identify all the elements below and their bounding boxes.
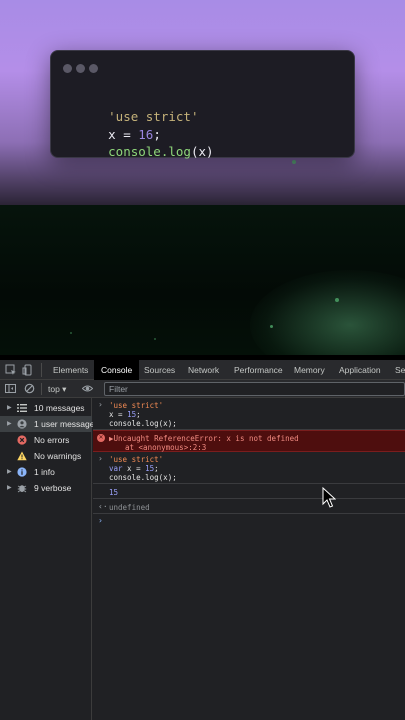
expand-arrow-icon[interactable]: ▶ [7,400,12,416]
info-icon [17,467,27,477]
tab-console[interactable]: Console [94,360,140,380]
mouse-cursor-icon [322,487,336,508]
console-code-line: console.log(x); [109,473,177,482]
sidebar-item-errors[interactable]: No errors [0,432,92,448]
code-fn: console.log [108,144,191,159]
code-string: 'use strict' [109,455,164,464]
tab-application[interactable]: Application [339,360,381,380]
tab-divider [41,363,42,377]
code-string: 'use strict' [109,401,164,410]
tab-elements[interactable]: Elements [53,360,88,380]
device-toolbar-icon[interactable] [22,364,34,376]
prompt-chevron-icon: › [98,454,103,463]
console-code-line: 'use strict' [109,455,163,464]
tab-sources[interactable]: Sources [144,360,175,380]
particle [70,332,72,334]
particle [292,160,296,164]
video-background: 'use strict' x = 16; console.log(x) [0,0,405,355]
list-icon [17,404,27,412]
sidebar-item-messages[interactable]: ▶ 10 messages [0,400,92,416]
context-selector[interactable]: top ▾ [48,380,66,398]
sidebar-item-label: 1 info [34,467,55,477]
warning-icon [17,451,27,461]
console-code-line: var x = 15; [109,464,159,473]
code-semicolon: ; [136,410,141,419]
window-dot-icon [63,64,72,73]
console-input-entry: › 'use strict' var x = 15; console.log(x… [93,452,405,484]
console-input-entry: › 'use strict' x = 15; console.log(x); [93,398,405,430]
code-var: x = [122,464,146,473]
prompt-chevron-icon: › [98,400,103,409]
particle [270,325,273,328]
result-value: undefined [109,503,150,512]
bug-icon [17,485,27,493]
sidebar-item-verbose[interactable]: ▶ 9 verbose [0,480,92,496]
inspect-element-icon[interactable] [5,364,17,376]
particle [154,338,156,340]
window-dot-icon [89,64,98,73]
tab-network[interactable]: Network [188,360,219,380]
result-arrow-icon: ‹· [98,502,108,511]
code-call: console.log(x); [109,419,177,428]
toolbar-divider [41,383,42,395]
particle [335,298,339,302]
console-prompt[interactable]: › [93,514,405,528]
code-number: 15 [145,464,155,473]
log-output: 15 [109,488,119,497]
sidebar-toggle-icon[interactable] [5,383,16,394]
code-line-3: console.log(x) [63,126,214,177]
sidebar-item-info[interactable]: ▶ 1 info [0,464,92,480]
devtools-panel: Elements Console Sources Network Perform… [0,360,405,720]
console-output: › 'use strict' x = 15; console.log(x); ✕… [93,398,405,720]
sidebar-item-warnings[interactable]: No warnings [0,448,92,464]
code-args: (x) [190,144,214,159]
code-keyword: var [109,464,123,473]
error-message-line[interactable]: ▶Uncaught ReferenceError: x is not defin… [109,434,299,443]
console-sidebar: ▶ 10 messages ▶ 1 user message No errors [0,398,95,720]
window-dot-icon [76,64,85,73]
code-eq: = [113,410,128,419]
error-location[interactable]: at <anonymous>:2:3 [125,443,206,452]
tab-security[interactable]: Se [395,360,405,380]
console-code-line: console.log(x); [109,419,177,428]
sidebar-item-user-messages[interactable]: ▶ 1 user message [0,416,95,432]
sidebar-item-label: No errors [34,435,70,445]
expand-arrow-icon[interactable]: ▶ [7,480,12,496]
console-error-entry: ✕ ▶Uncaught ReferenceError: x is not def… [93,430,405,452]
code-semicolon: ; [154,464,159,473]
console-log-entry: 15 [93,484,405,499]
expand-arrow-icon[interactable]: ▶ [7,464,12,480]
filter-input[interactable]: Filter [104,382,405,396]
error-icon: ✕ [97,434,105,442]
clear-console-icon[interactable] [24,383,35,394]
console-code-line: 'use strict' [109,401,163,410]
code-number: 15 [127,410,137,419]
eye-icon[interactable] [82,383,93,394]
console-toolbar: top ▾ Filter [0,380,405,398]
code-card: 'use strict' x = 16; console.log(x) [50,50,355,159]
tab-performance[interactable]: Performance [234,360,283,380]
tab-memory[interactable]: Memory [294,360,325,380]
sidebar-item-label: 9 verbose [34,483,72,493]
sidebar-item-label: 1 user message [34,419,95,429]
console-result-entry: ‹· undefined [93,499,405,514]
error-icon [17,435,27,445]
user-icon [17,419,27,429]
code-call: console.log(x); [109,473,177,482]
devtools-tabbar: Elements Console Sources Network Perform… [0,360,405,380]
sidebar-item-label: No warnings [34,451,82,461]
console-code-line: x = 15; [109,410,141,419]
sidebar-item-label: 10 messages [34,403,85,413]
prompt-chevron-icon: › [98,516,103,525]
expand-arrow-icon[interactable]: ▶ [7,416,12,432]
error-message: Uncaught ReferenceError: x is not define… [113,434,299,443]
